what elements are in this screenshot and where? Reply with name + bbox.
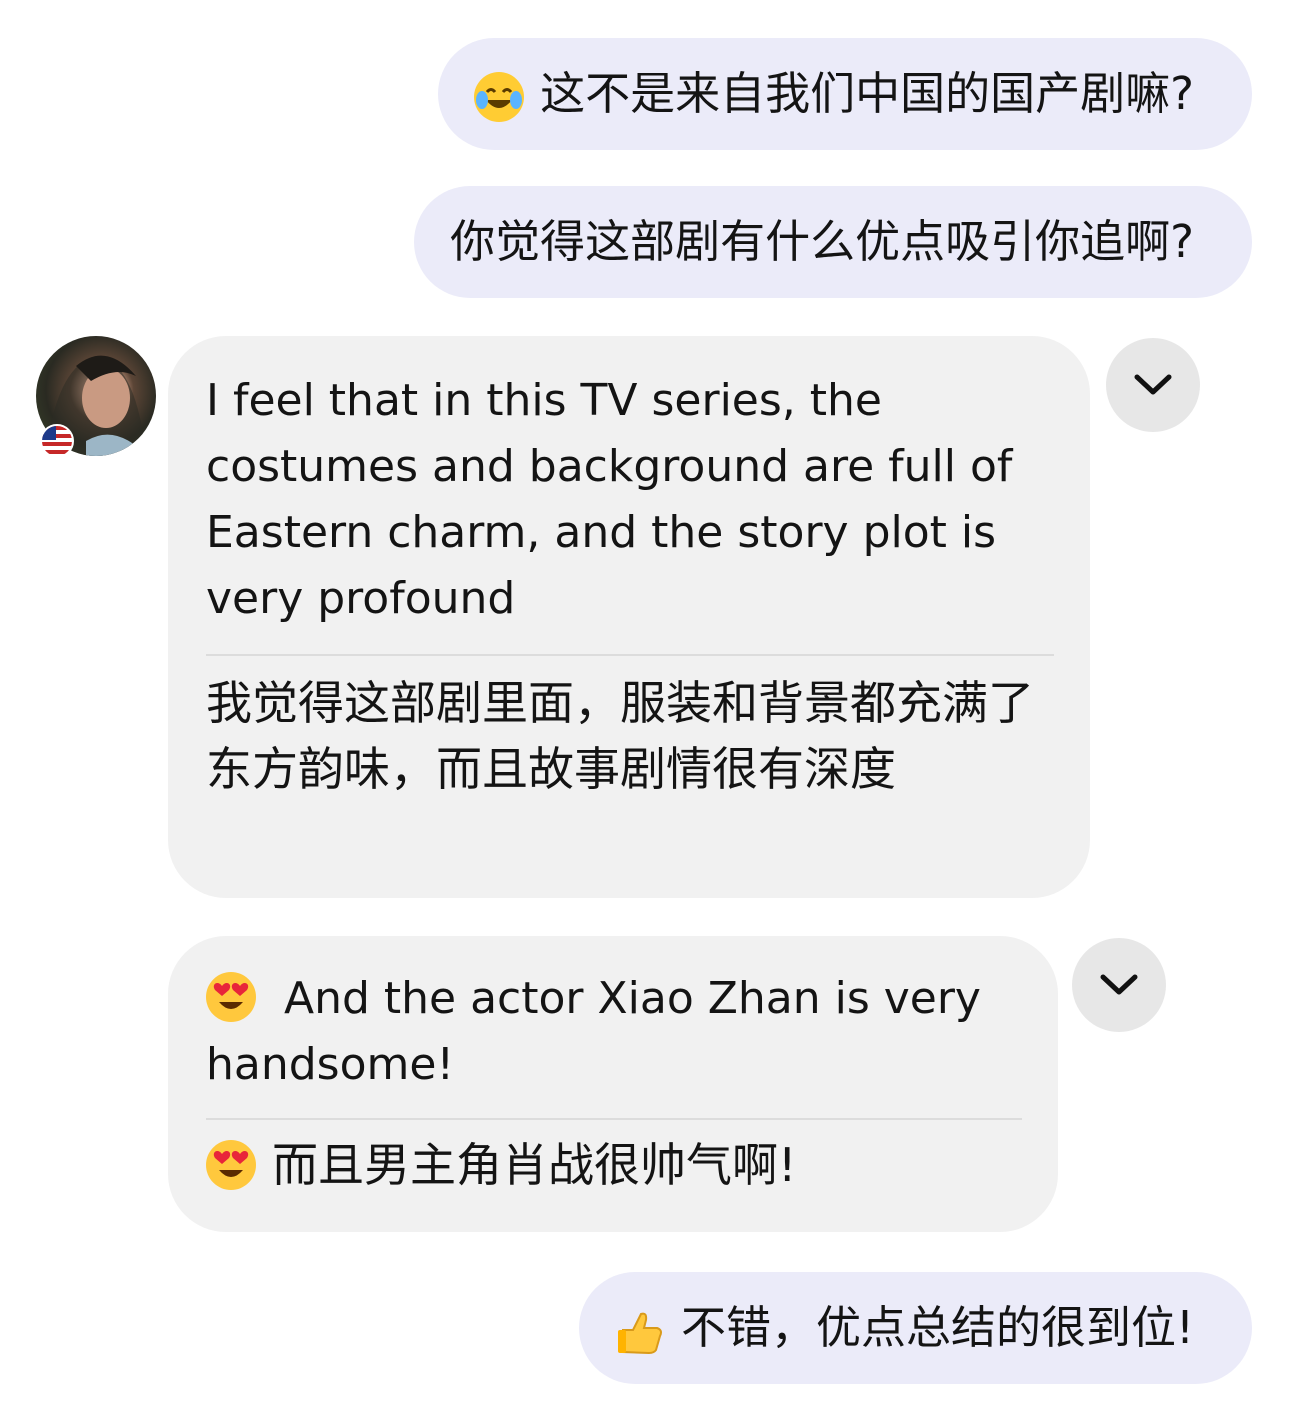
- message-text: 你觉得这部剧有什么优点吸引你追啊?: [450, 215, 1194, 268]
- message-translation-text: 我觉得这部剧里面，服装和背景都充满了东方韵味，而且故事剧情很有深度: [206, 676, 1034, 796]
- translation-divider: [206, 1118, 1022, 1120]
- smiling-face-with-heart-eyes-emoji: [206, 972, 256, 1022]
- translation-divider: [206, 654, 1054, 656]
- thumbs-up-emoji: [615, 1306, 665, 1356]
- expand-button[interactable]: [1106, 338, 1200, 432]
- message-text: 不错，优点总结的很到位!: [680, 1301, 1194, 1354]
- chevron-down-icon: [1134, 374, 1172, 395]
- message-original-text: I feel that in this TV series, the costu…: [206, 375, 1013, 624]
- sent-message-bubble[interactable]: 这不是来自我们中国的国产剧嘛?: [438, 38, 1252, 150]
- smiling-face-with-heart-eyes-emoji: [206, 1139, 256, 1190]
- sent-message-bubble[interactable]: 不错，优点总结的很到位!: [578, 1272, 1252, 1384]
- expand-button[interactable]: [1072, 938, 1166, 1032]
- chevron-down-icon: [1100, 974, 1138, 995]
- message-text: 这不是来自我们中国的国产剧嘛?: [540, 67, 1194, 120]
- sent-message-bubble[interactable]: 你觉得这部剧有什么优点吸引你追啊?: [414, 186, 1252, 298]
- message-translation-text: 而且男主角肖战很帅气啊!: [206, 1132, 1022, 1198]
- received-message-bubble[interactable]: I feel that in this TV series, the costu…: [168, 336, 1090, 898]
- message-original-text: And the actor Xiao Zhan is very handsome…: [206, 972, 981, 1090]
- received-message-bubble[interactable]: And the actor Xiao Zhan is very handsome…: [168, 936, 1058, 1232]
- face-with-tears-of-joy-emoji: [474, 72, 525, 122]
- us-flag-icon: [40, 424, 74, 458]
